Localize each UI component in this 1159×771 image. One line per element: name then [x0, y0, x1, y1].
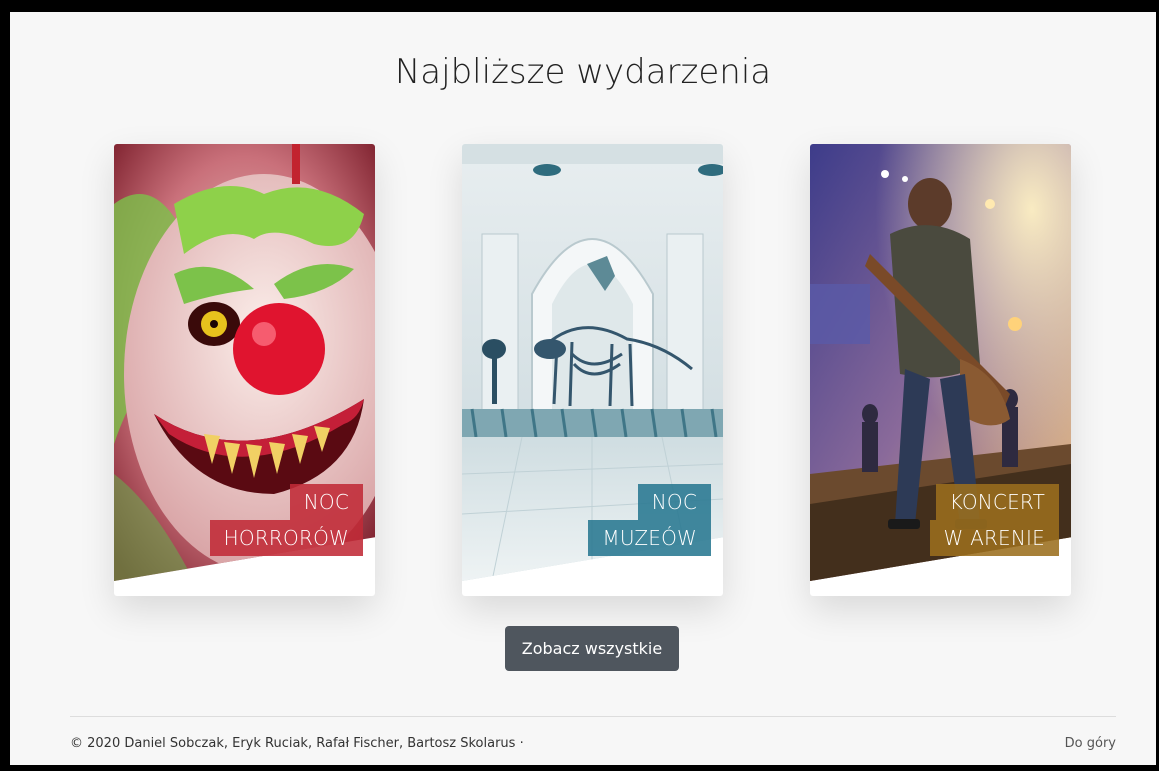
event-title-line-2: W ARENIE [929, 520, 1059, 556]
page-title: Najbliższe wydarzenia [394, 52, 772, 92]
page-frame: Najbliższe wydarzenia NOC HORRORÓW NOC M… [10, 12, 1156, 765]
back-to-top-link[interactable]: Do góry [1065, 736, 1116, 751]
footer-copyright: © 2020 Daniel Sobczak, Eryk Ruciak, Rafa… [70, 736, 524, 751]
event-title-line-1: NOC [637, 484, 711, 520]
event-card-museum-night[interactable]: NOC MUZEÓW [462, 144, 723, 596]
event-title-line-1: NOC [289, 484, 363, 520]
event-title: NOC MUZEÓW [588, 484, 711, 556]
event-card-arena-concert[interactable]: KONCERT W ARENIE [810, 144, 1071, 596]
event-card-horror-night[interactable]: NOC HORRORÓW [114, 144, 375, 596]
footer-divider [70, 716, 1116, 717]
event-title-line-2: HORRORÓW [209, 520, 363, 556]
event-title: NOC HORRORÓW [209, 484, 363, 556]
event-title: KONCERT W ARENIE [929, 484, 1059, 556]
see-all-button[interactable]: Zobacz wszystkie [505, 626, 679, 671]
event-title-line-2: MUZEÓW [588, 520, 711, 556]
event-title-line-1: KONCERT [935, 484, 1059, 520]
